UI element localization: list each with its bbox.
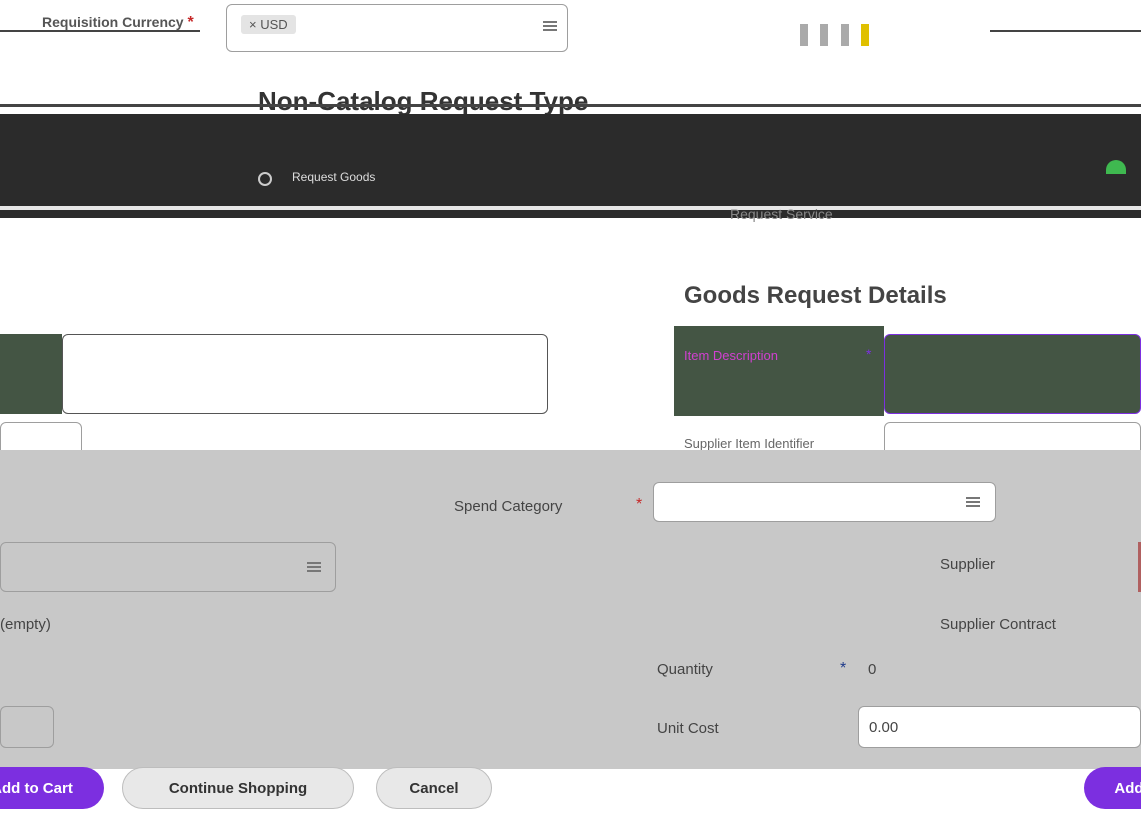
continue-shopping-button[interactable]: Continue Shopping <box>122 767 354 809</box>
supplier-contract-value: (empty) <box>0 616 51 633</box>
quantity-input[interactable]: 0 <box>868 661 1141 678</box>
green-indicator-icon <box>1106 160 1126 174</box>
supplier-label: Supplier <box>940 556 996 573</box>
spend-category-label: Spend Category <box>454 498 563 515</box>
top-rule-right <box>990 30 1141 32</box>
required-marker: * <box>636 496 643 513</box>
list-icon[interactable] <box>966 495 980 507</box>
unit-cost-label: Unit Cost <box>657 720 719 737</box>
left-textarea[interactable] <box>62 334 548 414</box>
band-divider <box>0 206 1141 210</box>
section-title: Goods Request Details <box>684 282 947 309</box>
required-marker: * <box>866 346 872 362</box>
supplier-contract-label: Supplier Contract <box>940 616 1056 633</box>
left-input-2[interactable] <box>0 706 54 748</box>
spend-category-input[interactable] <box>653 482 996 522</box>
list-icon[interactable] <box>543 19 557 31</box>
quantity-label: Quantity <box>657 661 713 678</box>
add-to-cart-button[interactable]: Add to Cart <box>0 767 104 809</box>
request-type-band <box>0 114 1141 218</box>
supplier-item-identifier-label: Supplier Item Identifier <box>684 436 815 451</box>
request-goods-option[interactable]: Request Goods <box>292 170 375 184</box>
add-button[interactable]: Add <box>1084 767 1141 809</box>
unit-cost-input[interactable]: 0.00 <box>858 706 1141 748</box>
item-description-input[interactable] <box>884 334 1141 414</box>
left-green-block <box>0 334 62 414</box>
left-select[interactable] <box>0 542 336 592</box>
list-icon[interactable] <box>307 560 321 572</box>
title-rule <box>0 104 1141 107</box>
remove-chip-icon[interactable]: × <box>249 17 260 32</box>
currency-chip[interactable]: × USD <box>241 15 296 34</box>
unit-cost-value: 0.00 <box>869 719 899 736</box>
item-description-row <box>674 326 884 416</box>
radio-icon[interactable] <box>258 172 272 186</box>
request-service-option[interactable]: Request Service <box>730 206 833 222</box>
required-marker: * <box>840 660 847 677</box>
item-description-label: Item Description <box>684 348 778 363</box>
top-right-bars <box>800 24 870 51</box>
page-title: Non-Catalog Request Type <box>258 86 589 116</box>
currency-field[interactable]: × USD <box>226 4 568 52</box>
top-rule <box>0 30 200 32</box>
cancel-button[interactable]: Cancel <box>376 767 492 809</box>
